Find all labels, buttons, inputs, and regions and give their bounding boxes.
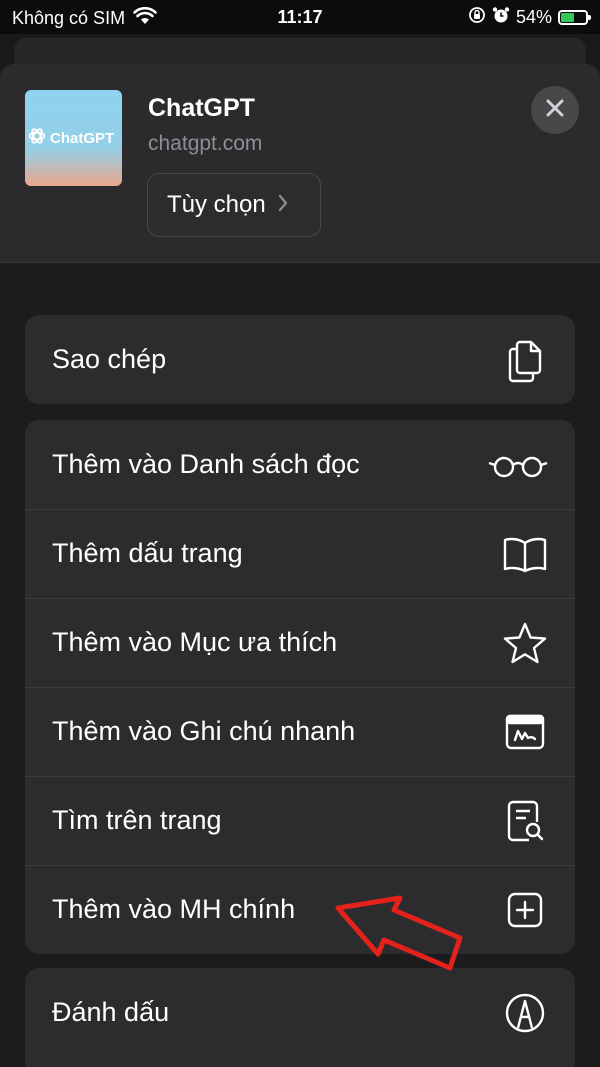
menu-item-label: Đánh dấu: [52, 997, 170, 1027]
menu-item-label: Thêm vào Danh sách đọc: [52, 449, 360, 479]
thumbnail-text: ChatGPT: [50, 129, 115, 147]
menu-item-add-bookmark[interactable]: Thêm dấu trang: [25, 509, 575, 598]
add-square-icon: [501, 886, 549, 934]
status-bar: Không có SIM 11:17 54%: [0, 0, 600, 34]
alarm-icon: [492, 6, 510, 29]
orientation-lock-icon: [468, 6, 486, 29]
menu-item-add-to-home-screen[interactable]: Thêm vào MH chính: [25, 865, 575, 954]
markup-icon: [501, 989, 549, 1037]
find-in-page-icon: [501, 797, 549, 845]
menu-group-markup: Đánh dấu: [25, 968, 575, 1067]
options-button[interactable]: Tùy chọn: [147, 173, 321, 237]
battery-icon: [558, 10, 591, 25]
menu-item-markup[interactable]: Đánh dấu: [25, 968, 575, 1057]
copy-icon: [501, 336, 549, 384]
menu-group-actions: Thêm vào Danh sách đọc Thêm dấu trang Th…: [25, 420, 575, 954]
menu-item-label: Thêm vào Ghi chú nhanh: [52, 716, 356, 746]
menu-item-add-quick-note[interactable]: Thêm vào Ghi chú nhanh: [25, 687, 575, 776]
menu-item-label: Sao chép: [52, 344, 167, 374]
menu-item-label: Thêm dấu trang: [52, 538, 243, 568]
share-sheet-header: ChatGPT ChatGPT chatgpt.com Tùy chọn: [0, 64, 600, 263]
menu-item-label: Thêm vào MH chính: [52, 894, 296, 924]
battery-fill: [561, 13, 574, 22]
menu-item-find-on-page[interactable]: Tìm trên trang: [25, 776, 575, 865]
menu-item-label: Thêm vào Mục ưa thích: [52, 627, 338, 657]
menu-item-label: Tìm trên trang: [52, 805, 222, 835]
chevron-right-icon: [278, 191, 288, 219]
menu-item-copy[interactable]: Sao chép: [25, 315, 575, 404]
openai-logo-icon: [27, 126, 47, 150]
site-title: ChatGPT: [148, 94, 255, 122]
close-button[interactable]: [531, 86, 579, 134]
menu-item-add-reading-list[interactable]: Thêm vào Danh sách đọc: [25, 420, 575, 509]
site-url: chatgpt.com: [148, 132, 263, 155]
book-icon: [501, 530, 549, 578]
menu-item-add-favorites[interactable]: Thêm vào Mục ưa thích: [25, 598, 575, 687]
site-thumbnail: ChatGPT: [25, 90, 122, 186]
menu-group-copy: Sao chép: [25, 315, 575, 404]
glasses-icon: [487, 441, 549, 489]
close-icon: [545, 98, 565, 123]
options-label: Tùy chọn: [167, 191, 266, 218]
star-icon: [501, 619, 549, 667]
battery-percent: 54%: [515, 7, 552, 27]
annotation-arrow: [335, 895, 463, 971]
quick-note-icon: [501, 708, 549, 756]
